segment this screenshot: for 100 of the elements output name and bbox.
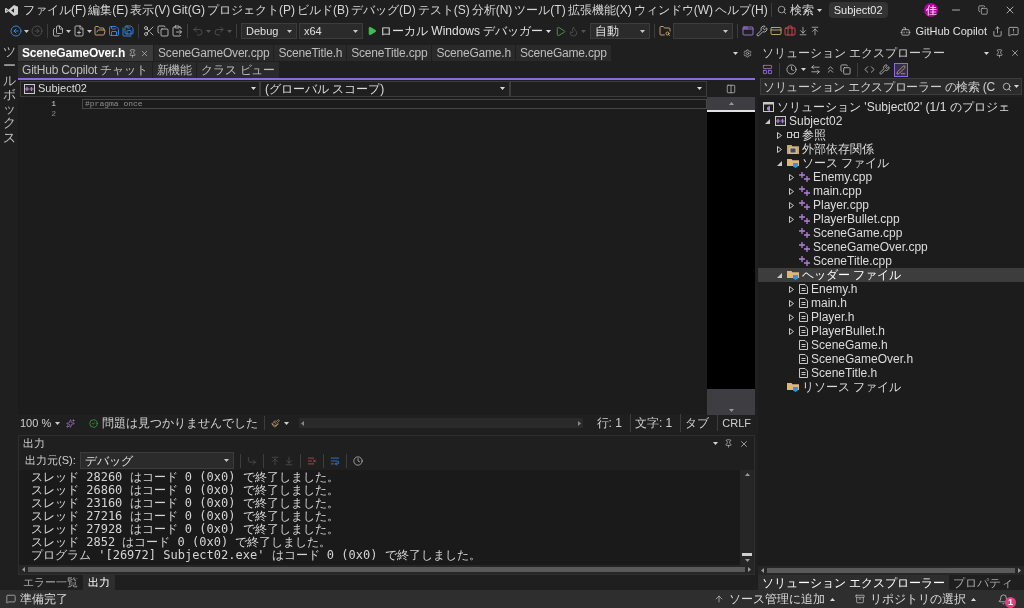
horizontal-scrollbar[interactable] [758, 566, 1024, 575]
document-tab[interactable]: SceneGameOver.cpp [154, 45, 274, 61]
swap-arrows-icon[interactable] [810, 64, 821, 75]
window-icon[interactable] [742, 25, 755, 37]
menu-item[interactable]: ビルド(B) [296, 0, 350, 20]
project-dropdown[interactable]: Subject02 [20, 80, 260, 97]
menu-item[interactable]: 編集(E) [87, 0, 130, 20]
app-logo-icon[interactable] [5, 4, 18, 16]
platform-dropdown[interactable]: x64 [299, 23, 363, 39]
document-tab[interactable]: SceneTitle.cpp [347, 45, 432, 61]
collapsed-arrow-icon[interactable] [789, 285, 794, 293]
tree-item[interactable]: リソース ファイル [758, 380, 1024, 394]
menu-item[interactable]: ウィンドウ(W) [632, 0, 714, 20]
document-tab[interactable]: 新機能 [152, 62, 196, 78]
tree-item[interactable]: Subject02 [758, 114, 1024, 128]
tree-item[interactable]: SceneGameOver.cpp [758, 240, 1024, 254]
scrollbar-thumb[interactable] [767, 568, 1015, 573]
tree-item[interactable]: main.cpp [758, 184, 1024, 198]
document-tab[interactable]: SceneGame.cpp [515, 45, 611, 61]
collapsed-arrow-icon[interactable] [789, 299, 794, 307]
tree-item[interactable]: Enemy.cpp [758, 170, 1024, 184]
word-wrap-icon[interactable] [329, 455, 340, 466]
scroll-right-icon[interactable] [577, 420, 581, 426]
scroll-left-icon[interactable] [301, 420, 305, 426]
columns-icon[interactable] [726, 83, 736, 94]
panel-tab[interactable]: プロパティ [949, 575, 1018, 590]
scroll-right-icon[interactable] [748, 567, 751, 572]
pin-icon[interactable] [724, 439, 733, 448]
close-icon[interactable] [140, 48, 150, 58]
clipboard-icon[interactable] [171, 25, 183, 37]
close-icon[interactable] [739, 438, 749, 449]
indent-mode[interactable]: タブ [680, 414, 714, 432]
collapsed-arrow-icon[interactable] [789, 173, 794, 181]
document-tab[interactable]: クラス ビュー [197, 62, 279, 78]
zoom-dropdown[interactable]: 100 % [20, 414, 63, 432]
double-chevron-up-icon[interactable] [825, 64, 836, 75]
document-tab[interactable]: SceneGameOver.h [18, 45, 154, 61]
arrow-down-bar-icon[interactable] [798, 26, 809, 36]
tree-item[interactable]: Player.cpp [758, 198, 1024, 212]
tree-item[interactable]: 参照 [758, 128, 1024, 142]
document-tab[interactable]: GitHub Copilot チャット [18, 62, 152, 78]
circle-arrow-left-icon[interactable] [10, 25, 22, 37]
collapsed-arrow-icon[interactable] [789, 327, 794, 335]
scroll-right-icon[interactable] [1018, 568, 1021, 573]
share-icon[interactable] [992, 25, 1003, 37]
collapsed-arrow-icon[interactable] [789, 215, 794, 223]
menu-item[interactable]: 表示(V) [129, 0, 172, 20]
save-all-icon[interactable] [122, 25, 134, 37]
pin-icon[interactable] [128, 48, 138, 58]
menu-item[interactable]: ファイル(F) [22, 0, 88, 20]
menu-item[interactable]: 拡張機能(X) [566, 0, 633, 20]
scrollbar-thumb[interactable] [28, 567, 745, 572]
panel-tab[interactable]: ソリューション エクスプローラー [758, 575, 950, 590]
configuration-dropdown[interactable]: Debug [241, 23, 297, 39]
tree-item[interactable]: SceneGame.h [758, 338, 1024, 352]
tree-item[interactable]: Player.h [758, 310, 1024, 324]
save-icon[interactable] [108, 25, 120, 37]
line-ending[interactable]: CRLF [717, 414, 755, 432]
tree-item[interactable]: ソリューション 'Subject02' (1/1 のプロジェ [758, 100, 1024, 114]
source-dropdown[interactable]: デバッグ [79, 452, 234, 469]
layout-icon[interactable] [762, 64, 773, 75]
horizontal-scrollbar[interactable] [19, 565, 754, 574]
copilot-button[interactable]: GitHub Copilot [897, 22, 990, 40]
message-alert-icon[interactable] [1008, 25, 1019, 37]
expanded-arrow-icon[interactable] [777, 272, 782, 278]
menu-item[interactable]: Git(G) [171, 0, 206, 20]
menu-item[interactable]: 分析(N) [470, 0, 514, 20]
vertical-scrollbar[interactable] [740, 470, 754, 565]
collapsed-arrow-icon[interactable] [777, 131, 782, 139]
collapsed-arrow-icon[interactable] [789, 201, 794, 209]
tree-item[interactable]: SceneGameOver.h [758, 352, 1024, 366]
document-tab[interactable]: SceneTitle.h [274, 45, 347, 61]
collapsed-arrow-icon[interactable] [789, 313, 794, 321]
scroll-left-icon[interactable] [761, 568, 764, 573]
tree-item[interactable]: ヘッダー ファイル [758, 268, 1024, 282]
notification-bell-icon[interactable] [997, 593, 1009, 605]
tree-item[interactable]: ソース ファイル [758, 156, 1024, 170]
menu-item[interactable]: テスト(S) [416, 0, 471, 20]
mode-dropdown[interactable]: 自動 [590, 23, 651, 39]
document-tab[interactable]: SceneGame.h [432, 45, 515, 61]
tree-item[interactable]: PlayerBullet.cpp [758, 212, 1024, 226]
collapsed-arrow-icon[interactable] [789, 187, 794, 195]
tree-item[interactable]: main.h [758, 296, 1024, 310]
tree-item[interactable]: PlayerBullet.h [758, 324, 1024, 338]
close-icon[interactable] [1004, 4, 1016, 16]
source-control-button[interactable]: ソース管理に追加 [710, 590, 839, 608]
wrench-icon[interactable] [756, 25, 769, 37]
search-icon[interactable] [1002, 81, 1012, 92]
file-plus-icon[interactable] [73, 25, 85, 37]
start-debugging-button[interactable]: ローカル Windows デバッガー [365, 23, 554, 39]
menu-item[interactable]: デバッグ(D) [350, 0, 417, 20]
wrench-icon[interactable] [879, 64, 890, 75]
cursor-line[interactable]: 行: 1 [592, 414, 626, 432]
tree-item[interactable]: 外部依存関係 [758, 142, 1024, 156]
issues-indicator[interactable]: 問題は見つかりませんでした [89, 414, 259, 432]
tree-item[interactable]: Enemy.h [758, 282, 1024, 296]
restore-icon[interactable] [978, 5, 988, 15]
folder-open-icon[interactable] [94, 25, 106, 37]
expanded-arrow-icon[interactable] [777, 160, 782, 166]
card-icon[interactable] [770, 25, 783, 37]
